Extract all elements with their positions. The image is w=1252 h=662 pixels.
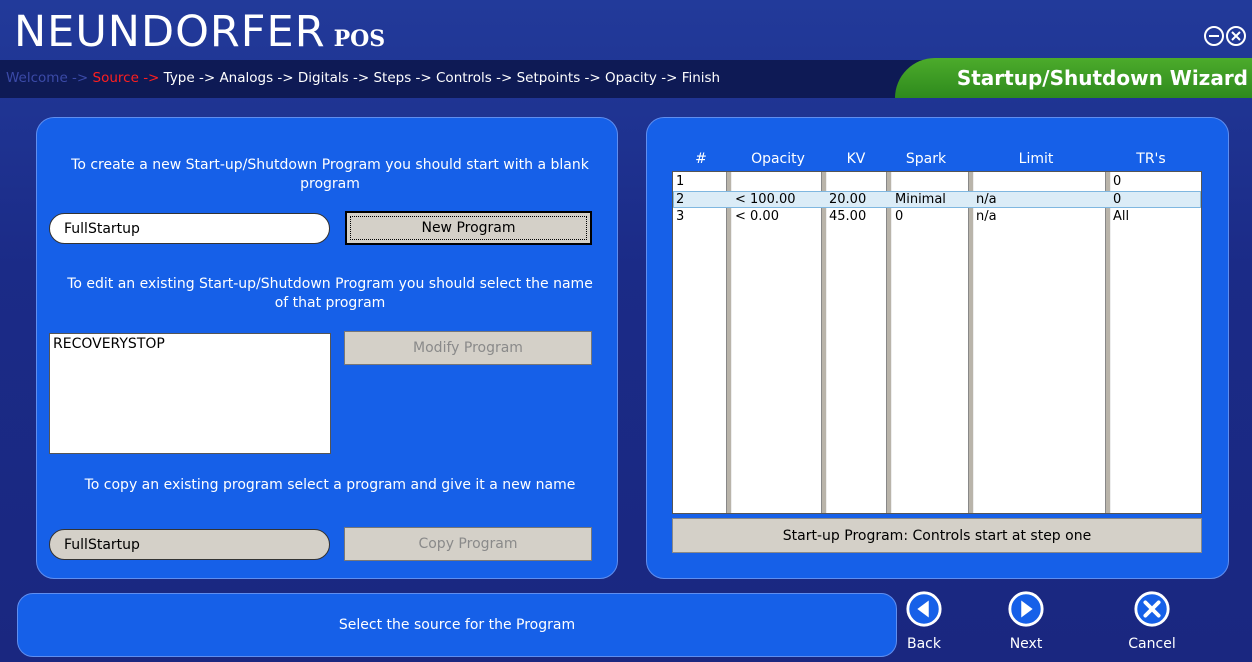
modify-program-button[interactable]: Modify Program (344, 331, 592, 365)
copy-program-button[interactable]: Copy Program (344, 527, 592, 561)
breadcrumb-current: Source -> (92, 70, 164, 86)
column-header-limit: Limit (1018, 151, 1054, 167)
new-program-button[interactable]: New Program (345, 211, 592, 245)
edit-program-instructions: To edit an existing Start-up/Shutdown Pr… (67, 276, 593, 311)
close-icon[interactable] (1226, 26, 1246, 46)
cell-number: 2 (676, 192, 685, 207)
cell-opacity: < 0.00 (735, 209, 779, 224)
copy-program-name-input[interactable]: FullStartup (49, 529, 330, 560)
window-controls (1204, 26, 1246, 46)
back-button[interactable]: Back (894, 590, 954, 660)
breadcrumb: Welcome -> Source -> Type -> Analogs -> … (6, 70, 720, 86)
cancel-x-icon (1134, 591, 1170, 627)
copy-program-instructions: To copy an existing program select a pro… (84, 477, 576, 493)
program-status: Start-up Program: Controls start at step… (672, 518, 1202, 553)
steps-table[interactable]: 1 0 2 < 100.00 20.00 Minimal n/a 0 3 < 0… (672, 171, 1202, 514)
back-arrow-icon (906, 591, 942, 627)
brand-name: NEUNDORFER (14, 7, 326, 57)
cell-trs: All (1113, 209, 1130, 224)
breadcrumb-remaining: Type -> Analogs -> Digitals -> Steps -> … (163, 70, 721, 86)
cell-trs: 0 (1113, 192, 1122, 207)
brand-sub: POS (333, 26, 386, 52)
app-window: NEUNDORFER POS Welcome -> Source -> Type… (0, 0, 1252, 662)
column-header-kv: KV (846, 151, 866, 167)
minimize-icon[interactable] (1204, 26, 1224, 46)
new-program-name-input[interactable]: FullStartup (49, 213, 330, 244)
table-header: # Opacity KV Spark Limit TR's (671, 151, 1202, 171)
cell-kv: 20.00 (829, 192, 867, 207)
column-header-opacity: Opacity (751, 151, 805, 167)
back-label: Back (907, 636, 941, 652)
column-header-spark: Spark (905, 151, 947, 167)
column-header-number: # (695, 151, 707, 167)
cell-kv: 45.00 (829, 209, 867, 224)
status-message: Select the source for the Program (17, 593, 897, 657)
cell-spark: Minimal (895, 192, 946, 207)
cell-limit: n/a (976, 209, 997, 224)
column-header-trs: TR's (1136, 151, 1166, 167)
next-button[interactable]: Next (996, 590, 1056, 660)
list-item[interactable]: RECOVERYSTOP (50, 334, 330, 354)
cell-number: 1 (676, 174, 685, 189)
table-row-selected[interactable]: 2 < 100.00 20.00 Minimal n/a 0 (673, 191, 1201, 208)
cell-opacity: < 100.00 (735, 192, 796, 207)
cell-number: 3 (676, 209, 685, 224)
next-arrow-icon (1008, 591, 1044, 627)
program-list[interactable]: RECOVERYSTOP (49, 333, 331, 454)
wizard-title: Startup/Shutdown Wizard (895, 58, 1252, 98)
brand-logo: NEUNDORFER POS (14, 4, 385, 60)
table-row[interactable]: 1 0 (673, 174, 1201, 191)
cell-limit: n/a (976, 192, 997, 207)
table-row[interactable]: 3 < 0.00 45.00 0 n/a All (673, 209, 1201, 226)
cancel-button[interactable]: Cancel (1122, 590, 1182, 660)
cell-spark: 0 (895, 209, 904, 224)
cell-trs: 0 (1113, 174, 1122, 189)
next-label: Next (1009, 636, 1043, 652)
cancel-label: Cancel (1128, 636, 1176, 652)
new-program-instructions: To create a new Start-up/Shutdown Progra… (71, 157, 589, 192)
breadcrumb-done: Welcome -> (6, 70, 93, 86)
